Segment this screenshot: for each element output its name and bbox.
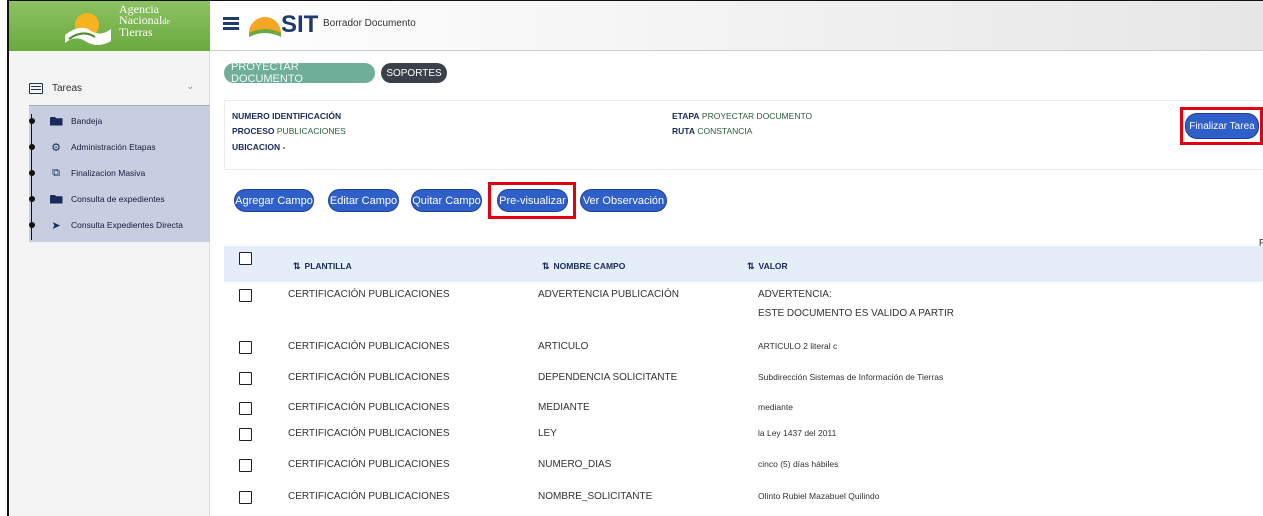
cell-valor: ARTICULO 2 literal c [758, 341, 838, 351]
cell-plantilla: CERTIFICACIÓN PUBLICACIONES [288, 428, 450, 439]
row-checkbox[interactable] [239, 289, 252, 302]
cell-valor: ADVERTENCIA: [758, 289, 832, 300]
agency-logo [65, 13, 111, 45]
quitar-campo-button[interactable]: Quitar Campo [411, 189, 482, 212]
header-plantilla[interactable]: ⇅ PLANTILLA [293, 261, 352, 272]
chevron-down-icon: ⌄ [186, 81, 194, 91]
finalizar-tarea-button[interactable]: Finalizar Tarea [1185, 113, 1259, 139]
sidebar-item-label: Consulta Expedientes Directa [71, 220, 183, 230]
header-valor[interactable]: ⇅ VALOR [747, 261, 788, 272]
sort-icon: ⇅ [542, 261, 550, 271]
row-checkbox[interactable] [239, 372, 252, 385]
cell-valor: la Ley 1437 del 2011 [758, 428, 837, 438]
tasks-icon [29, 82, 43, 94]
row-checkbox[interactable] [239, 402, 252, 415]
sit-logo-icon [249, 17, 281, 37]
task-info-panel: NUMERO IDENTIFICACIÓN PROCESO PUBLICACIO… [224, 100, 1263, 170]
sort-icon: ⇅ [293, 261, 301, 271]
row-checkbox[interactable] [239, 459, 252, 472]
copy-icon: ⧉ [52, 166, 60, 179]
tareas-section-toggle[interactable]: Tareas ⌄ [9, 77, 210, 99]
editar-campo-button[interactable]: Editar Campo [328, 189, 399, 212]
page-title: Borrador Documento [323, 18, 416, 29]
cell-valor: Subdirección Sistemas de Información de … [758, 372, 944, 382]
brand-header: Agencia Nacionalde Tierras [9, 1, 210, 51]
arrow-right-icon: ➤ [51, 219, 61, 232]
row-checkbox[interactable] [239, 428, 252, 441]
cell-nombre-campo: ARTICULO [538, 341, 589, 352]
previsualizar-button[interactable]: Pre-visualizar [497, 189, 568, 212]
sidebar-item-consulta-expedientes-directa[interactable]: ➤ Consulta Expedientes Directa [28, 212, 210, 238]
folder-open-icon [49, 194, 63, 205]
ruta: RUTA CONSTANCIA [672, 126, 753, 136]
top-bar: SIT Borrador Documento [211, 1, 1263, 51]
etapa: ETAPA PROYECTAR DOCUMENTO [672, 111, 813, 121]
ubicacion: UBICACION - [232, 142, 286, 152]
cell-valor-line2: ESTE DOCUMENTO ES VALIDO A PARTIR [758, 308, 954, 319]
cell-valor: cinco (5) días hábiles [758, 459, 839, 469]
sidebar-item-label: Consulta de expedientes [71, 194, 165, 204]
sort-icon: ⇅ [747, 261, 755, 271]
cell-plantilla: CERTIFICACIÓN PUBLICACIONES [288, 372, 450, 383]
sidebar-item-label: Administración Etapas [71, 142, 156, 152]
cell-nombre-campo: MEDIANTE [538, 402, 590, 413]
cell-plantilla: CERTIFICACIÓN PUBLICACIONES [288, 402, 450, 413]
tareas-label: Tareas [52, 82, 83, 94]
sidebar-item-finalizacion-masiva[interactable]: ⧉ Finalizacion Masiva [28, 160, 210, 186]
app-name: SIT [281, 11, 319, 38]
sidebar-item-label: Finalizacion Masiva [71, 168, 146, 178]
table-header: ⇅ PLANTILLA ⇅ NOMBRE CAMPO ⇅ VALOR [224, 246, 1263, 282]
tab-soportes[interactable]: SOPORTES [381, 63, 447, 83]
sidebar-item-consulta-expedientes[interactable]: Consulta de expedientes [28, 186, 210, 212]
sidebar-item-label: Bandeja [71, 116, 103, 126]
sidebar-menu: Bandeja ⚙ Administración Etapas ⧉ Finali… [28, 105, 210, 242]
brand-name: Agencia Nacionalde Tierras [119, 2, 170, 39]
sidebar: Agencia Nacionalde Tierras Tareas ⌄ Band… [9, 1, 210, 516]
cell-nombre-campo: DEPENDENCIA SOLICITANTE [538, 372, 678, 383]
gear-icon: ⚙ [51, 141, 61, 154]
ver-observacion-button[interactable]: Ver Observación [580, 189, 667, 212]
cell-nombre-campo: NOMBRE_SOLICITANTE [538, 491, 653, 502]
cell-plantilla: CERTIFICACIÓN PUBLICACIONES [288, 459, 450, 470]
proceso: PROCESO PUBLICACIONES [232, 126, 346, 136]
tab-proyectar-documento[interactable]: PROYECTAR DOCUMENTO [224, 61, 375, 85]
header-nombre-campo[interactable]: ⇅ NOMBRE CAMPO [542, 261, 625, 272]
agregar-campo-button[interactable]: Agregar Campo [234, 189, 314, 212]
cell-valor: mediante [758, 402, 793, 412]
row-checkbox[interactable] [239, 341, 252, 354]
cell-nombre-campo: NUMERO_DIAS [538, 459, 612, 470]
cell-plantilla: CERTIFICACIÓN PUBLICACIONES [288, 341, 450, 352]
select-all-checkbox[interactable] [239, 252, 252, 265]
row-checkbox[interactable] [239, 491, 252, 504]
cell-valor: Olinto Rubiel Mazabuel Quilindo [758, 491, 880, 501]
cell-nombre-campo: LEY [538, 428, 557, 439]
sidebar-item-administracion-etapas[interactable]: ⚙ Administración Etapas [28, 134, 210, 160]
cell-nombre-campo: ADVERTENCIA PUBLICACIÓN [538, 289, 679, 300]
sidebar-item-bandeja[interactable]: Bandeja [28, 108, 210, 134]
main-content: PROYECTAR DOCUMENTO SOPORTES NUMERO IDEN… [211, 52, 1263, 516]
hamburger-menu-icon[interactable] [223, 17, 239, 30]
cell-plantilla: CERTIFICACIÓN PUBLICACIONES [288, 491, 450, 502]
cell-plantilla: CERTIFICACIÓN PUBLICACIONES [288, 289, 450, 300]
folder-open-icon [49, 116, 63, 127]
numero-identificacion: NUMERO IDENTIFICACIÓN [232, 111, 342, 121]
